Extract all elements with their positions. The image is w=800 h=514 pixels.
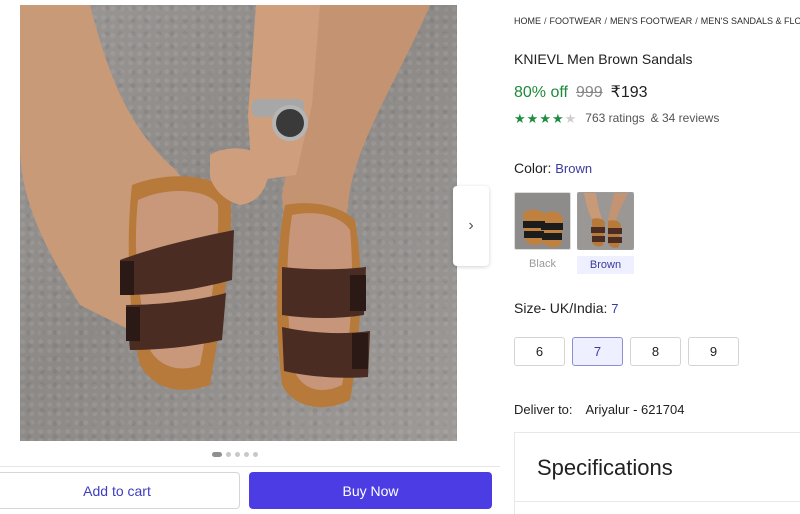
delivery-label: Deliver to: xyxy=(514,402,573,417)
product-details: HOME / FOOTWEAR / MEN'S FOOTWEAR / MEN'S SANDA… xyxy=(514,0,800,514)
star-filled-icon: ★ xyxy=(514,110,526,126)
breadcrumb-footwear[interactable]: FOOTWEAR xyxy=(550,16,602,26)
original-price: 999 xyxy=(575,84,603,101)
gallery-dot[interactable] xyxy=(253,452,258,457)
gallery-dot[interactable] xyxy=(226,452,231,457)
star-filled-icon: ★ xyxy=(539,110,551,126)
gallery-dot[interactable] xyxy=(212,452,222,457)
star-rating: ★ ★ ★ ★ ★ xyxy=(514,112,576,125)
product-image[interactable] xyxy=(20,5,457,441)
color-label: Color: Brown xyxy=(514,160,592,176)
color-label-text: Color: xyxy=(514,160,552,176)
ratings-count[interactable]: 763 ratings xyxy=(585,111,644,125)
black-sandal-thumbnail xyxy=(515,193,570,249)
size-option-7[interactable]: 7 xyxy=(572,337,623,366)
star-filled-icon: ★ xyxy=(551,110,564,126)
size-label-text: Size- UK/India: xyxy=(514,300,608,316)
specifications-divider xyxy=(515,501,800,502)
breadcrumb-home[interactable]: HOME xyxy=(514,16,541,26)
gallery-pagination xyxy=(212,452,258,457)
product-title: KNIEVL Men Brown Sandals xyxy=(514,51,693,67)
selling-price: ₹193 xyxy=(610,84,648,101)
gallery-dot[interactable] xyxy=(244,452,249,457)
brown-sandal-thumbnail xyxy=(578,193,633,249)
breadcrumb-mens-footwear[interactable]: MEN'S FOOTWEAR xyxy=(610,16,692,26)
buy-now-button[interactable]: Buy Now xyxy=(249,472,492,509)
color-selected-value: Brown xyxy=(555,161,593,176)
color-option-black[interactable]: Black xyxy=(514,258,571,270)
breadcrumb: HOME / FOOTWEAR / MEN'S FOOTWEAR / MEN'S SANDA… xyxy=(514,16,800,26)
reviews-count[interactable]: & 34 reviews xyxy=(651,111,720,125)
gallery-dot[interactable] xyxy=(235,452,240,457)
size-option-8[interactable]: 8 xyxy=(630,337,681,366)
specifications-section: Specifications xyxy=(514,432,800,514)
size-option-6[interactable]: 6 xyxy=(514,337,565,366)
size-label: Size- UK/India: 7 xyxy=(514,300,619,316)
chevron-right-icon: › xyxy=(468,217,474,234)
sandals-photo xyxy=(20,5,430,408)
price-row: 80% off 999 ₹193 xyxy=(514,82,648,102)
add-to-cart-button[interactable]: Add to cart xyxy=(0,472,240,509)
discount-percent: 80% off xyxy=(514,84,568,101)
delivery-location[interactable]: Ariyalur - 621704 xyxy=(585,402,684,417)
size-option-9[interactable]: 9 xyxy=(688,337,739,366)
color-swatch-black[interactable] xyxy=(514,192,571,250)
gallery-next-button[interactable]: › xyxy=(453,186,489,266)
breadcrumb-mens-sandals[interactable]: MEN'S SANDALS & FLOA xyxy=(701,16,800,26)
color-option-brown[interactable]: Brown xyxy=(577,256,634,274)
star-empty-icon: ★ xyxy=(564,110,577,126)
action-bar: Add to cart Buy Now xyxy=(0,466,500,514)
color-swatch-brown[interactable] xyxy=(577,192,634,250)
rating-row: ★ ★ ★ ★ ★ 763 ratings & 34 reviews xyxy=(514,111,723,125)
specifications-heading: Specifications xyxy=(537,455,673,480)
size-selected-value: 7 xyxy=(611,301,619,316)
delivery-info: Deliver to: Ariyalur - 621704 xyxy=(514,402,684,417)
star-filled-icon: ★ xyxy=(526,110,539,126)
